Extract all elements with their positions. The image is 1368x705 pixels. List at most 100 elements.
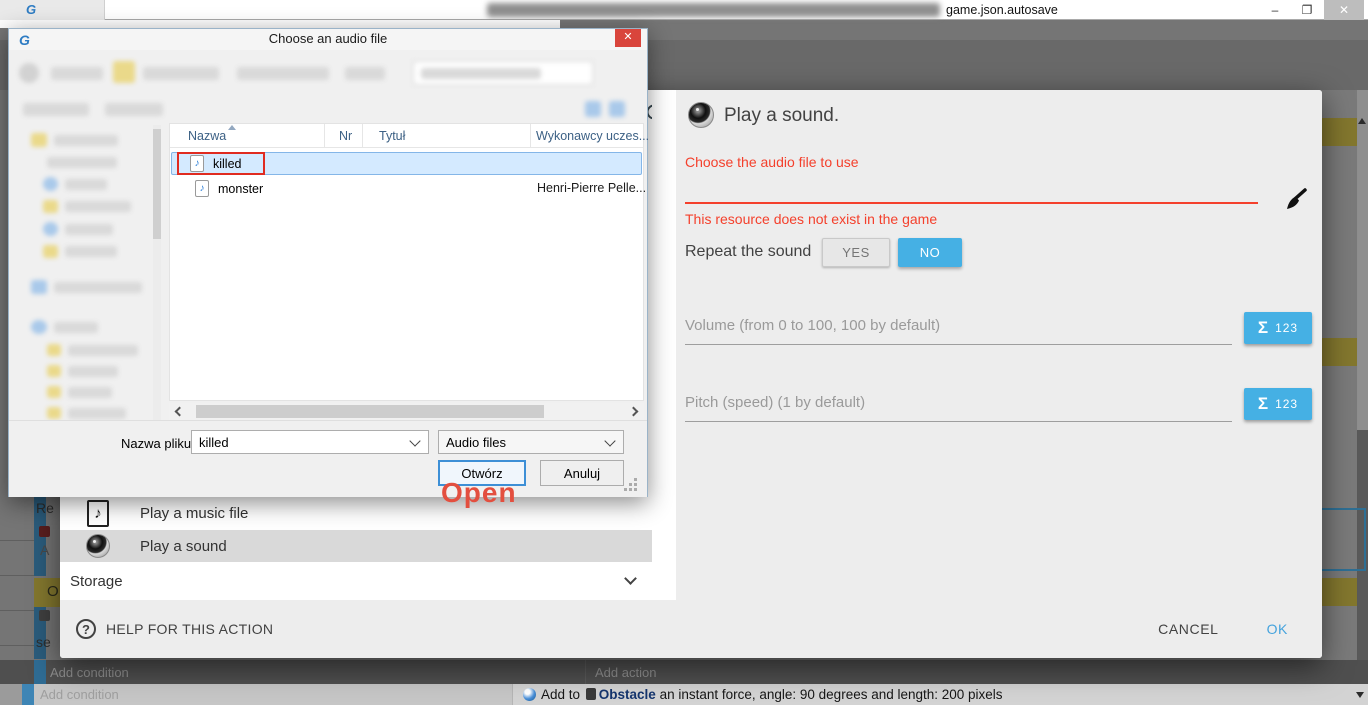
action-suffix: an instant force, angle: 90 degrees and …	[656, 687, 1003, 702]
column-header-title[interactable]: Tytuł	[379, 129, 405, 143]
tree-scrollbar-thumb[interactable]	[153, 129, 161, 239]
action-item-play-music[interactable]: ♪ Play a music file	[60, 497, 676, 529]
redacted-newfolder-button	[105, 103, 163, 116]
redacted-window-path	[487, 3, 940, 17]
file-dialog-titlebar: G Choose an audio file ✕	[9, 29, 647, 50]
file-row-monster[interactable]: ♪ monster Henri-Pierre Pelle...	[171, 177, 642, 200]
scroll-left-icon[interactable]	[175, 407, 185, 417]
close-button[interactable]: ✕	[1324, 0, 1364, 20]
redacted-help-icon	[609, 101, 625, 117]
filename-label: Nazwa pliku:	[121, 436, 195, 451]
redacted-view-icon	[585, 101, 601, 117]
add-condition-link[interactable]: Add condition	[40, 687, 119, 702]
chevron-down-icon	[624, 572, 637, 585]
condition-column-strip	[34, 660, 46, 684]
pitch-expression-button[interactable]: Σ 123	[1244, 388, 1312, 420]
window-title: game.json.autosave	[946, 3, 1058, 17]
dialog-footer: ? HELP FOR THIS ACTION CANCEL OK	[60, 600, 1322, 658]
volume-param-input[interactable]	[685, 344, 1232, 345]
column-header-nr[interactable]: Nr	[339, 129, 352, 143]
selected-event-highlight	[1320, 578, 1357, 606]
secondary-window-titlebar: G	[0, 0, 105, 20]
action-list-scrollbar[interactable]	[652, 90, 676, 600]
object-name: Obstacle	[599, 687, 656, 702]
event-text-fragment: se	[36, 634, 51, 650]
filename-combobox[interactable]: killed	[191, 430, 429, 454]
event-text-fragment: Re	[36, 500, 54, 516]
expression-123-label: 123	[1275, 321, 1298, 335]
pitch-param-label: Pitch (speed) (1 by default)	[685, 394, 865, 411]
redacted-breadcrumb	[143, 67, 219, 80]
redacted-organize-button	[23, 103, 89, 116]
cancel-button[interactable]: CANCEL	[1158, 621, 1218, 637]
column-header-artists[interactable]: Wykonawcy uczes...	[536, 129, 649, 143]
volume-expression-button[interactable]: Σ 123	[1244, 312, 1312, 344]
action-item-play-sound[interactable]: Play a sound	[60, 530, 676, 562]
force-action-icon	[523, 688, 536, 701]
event-text-fragment: A	[40, 542, 49, 558]
help-link[interactable]: HELP FOR THIS ACTION	[106, 621, 273, 637]
hscrollbar-thumb[interactable]	[196, 405, 544, 418]
file-list-hscrollbar[interactable]	[169, 403, 644, 420]
event-margin	[0, 684, 22, 705]
event-row: Add condition Add action	[0, 660, 1368, 684]
brush-edit-icon[interactable]	[1278, 186, 1308, 221]
event-sheet-right-column	[1322, 90, 1357, 660]
menubar-strip	[0, 20, 560, 28]
focused-event-outline	[1320, 508, 1366, 571]
repeat-no-button[interactable]: NO	[898, 238, 962, 267]
repeat-yes-button[interactable]: YES	[822, 238, 890, 267]
file-param-input[interactable]	[685, 202, 1258, 204]
action-parameters-panel: Play a sound. Choose the audio file to u…	[676, 90, 1322, 600]
event-margin-tick	[0, 575, 34, 576]
redacted-breadcrumb	[51, 67, 103, 80]
redacted-breadcrumb	[345, 67, 385, 80]
filetype-combobox[interactable]: Audio files	[438, 430, 624, 454]
file-dialog-title: Choose an audio file	[9, 31, 647, 46]
pitch-param-input[interactable]	[685, 421, 1232, 422]
column-separator[interactable]	[362, 124, 363, 148]
scroll-down-icon[interactable]	[1356, 692, 1364, 698]
expression-123-label: 123	[1275, 397, 1298, 411]
help-icon[interactable]: ?	[76, 619, 96, 639]
group-storage[interactable]: Storage	[60, 565, 676, 598]
action-title: Play a sound.	[724, 105, 839, 127]
column-divider	[585, 660, 586, 684]
scroll-up-icon[interactable]	[1358, 118, 1366, 124]
resize-grip[interactable]	[634, 478, 637, 481]
volume-param-label: Volume (from 0 to 100, 100 by default)	[685, 317, 940, 334]
annotation-open-label: Open	[441, 477, 517, 509]
chevron-down-icon	[409, 435, 420, 446]
event-mini-icon	[39, 526, 50, 537]
redacted-search-text	[421, 68, 541, 79]
column-separator[interactable]	[324, 124, 325, 148]
scroll-right-icon[interactable]	[629, 407, 639, 417]
file-dialog-footer: Nazwa pliku: killed Audio files Otwórz A…	[9, 420, 647, 497]
redacted-address-toolbar	[9, 51, 647, 97]
sigma-icon: Σ	[1258, 318, 1268, 338]
column-separator[interactable]	[530, 124, 531, 148]
contributing-artists: Henri-Pierre Pelle...	[537, 181, 646, 195]
action-item-label: Play a sound	[140, 538, 227, 555]
restore-button[interactable]: ❐	[1294, 0, 1320, 20]
filetype-value: Audio files	[446, 435, 606, 450]
file-param-label: Choose the audio file to use	[685, 154, 859, 170]
filename-value: killed	[199, 435, 411, 450]
redacted-nav-button	[19, 63, 39, 83]
minimize-button[interactable]: –	[1262, 0, 1288, 20]
screen: G game.json.autosave – ❐ ✕	[0, 0, 1368, 705]
file-chooser-dialog: G Choose an audio file ✕	[8, 28, 648, 497]
ok-button[interactable]: OK	[1267, 621, 1288, 637]
speaker-icon	[688, 102, 714, 128]
annotation-highlight-box	[177, 152, 265, 175]
column-header-name[interactable]: Nazwa	[188, 129, 226, 143]
selected-event-highlight	[1320, 338, 1357, 366]
file-name: monster	[218, 182, 263, 196]
event-margin-tick	[0, 645, 34, 646]
add-action-link[interactable]: Add action	[595, 665, 656, 680]
event-action-text[interactable]: Add to Obstacle an instant force, angle:…	[541, 687, 1003, 702]
file-dialog-close-button[interactable]: ✕	[615, 29, 641, 47]
add-condition-link[interactable]: Add condition	[50, 665, 129, 680]
cancel-button[interactable]: Anuluj	[540, 460, 624, 486]
event-sheet-scrollbar[interactable]	[1357, 90, 1368, 430]
